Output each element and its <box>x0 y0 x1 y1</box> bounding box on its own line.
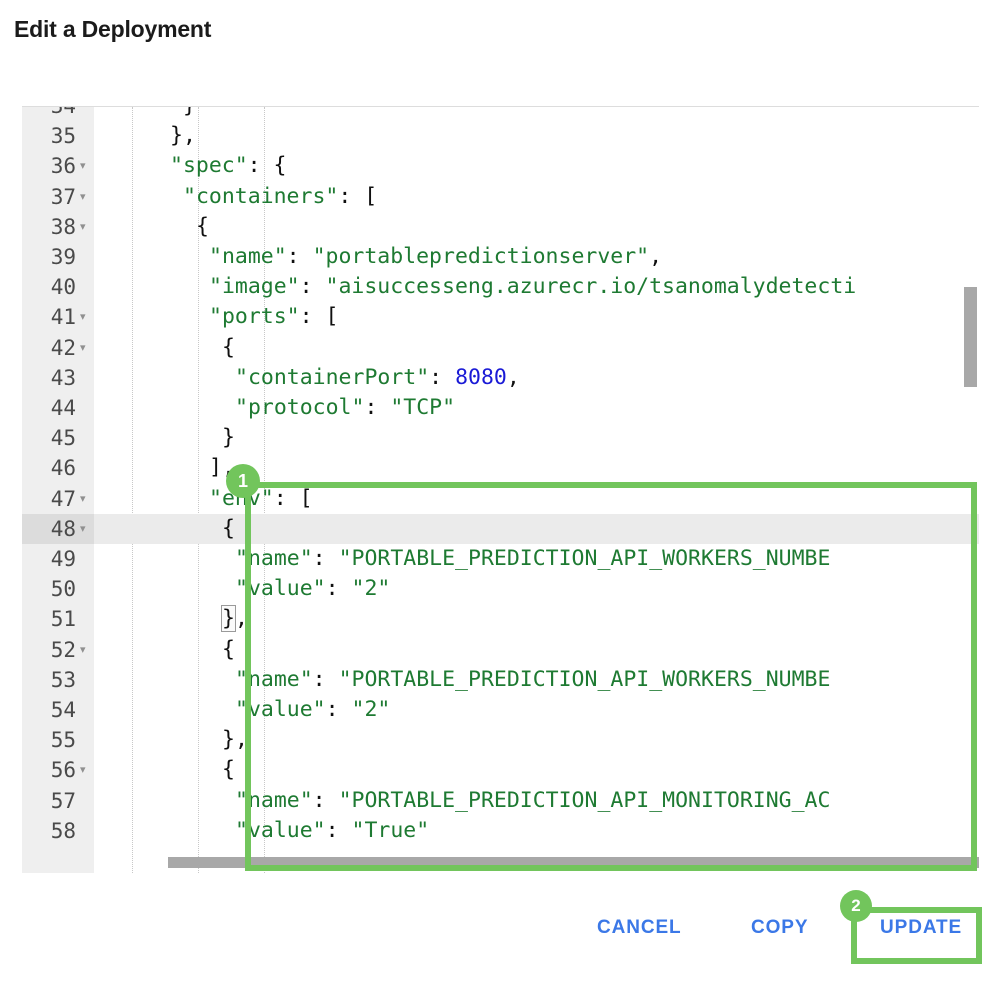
fold-arrow-icon[interactable]: ▾ <box>80 302 86 332</box>
line-number: 38 <box>50 214 76 239</box>
line-number: 51 <box>50 607 76 632</box>
code-text: { <box>196 213 209 239</box>
fold-arrow-icon[interactable]: ▾ <box>80 635 86 665</box>
code-text: "protocol": "TCP" <box>235 395 456 420</box>
code-text: } <box>222 425 235 451</box>
code-line[interactable]: 58 "value": "True" <box>22 816 979 846</box>
update-button[interactable]: UPDATE <box>866 905 976 951</box>
code-text: "name": "PORTABLE_PREDICTION_API_WORKERS… <box>235 546 831 571</box>
code-line[interactable]: 43 "containerPort": 8080, <box>22 363 979 393</box>
code-line[interactable]: 38 ▾ { <box>22 212 979 242</box>
horizontal-scrollbar-thumb[interactable] <box>168 857 979 868</box>
code-text: "value": "2" <box>235 576 391 602</box>
annotation-badge-2: 2 <box>840 890 872 922</box>
code-line[interactable]: 55}, <box>22 725 979 755</box>
code-line[interactable]: 37 ▾ "containers": [ <box>22 182 979 212</box>
code-line[interactable]: 47 ▾ "env": [ <box>22 484 979 514</box>
line-number: 54 <box>50 698 76 722</box>
code-line[interactable]: 36 ▾ "spec": { <box>22 151 979 181</box>
copy-button[interactable]: COPY <box>737 905 822 951</box>
code-text: "value": "True" <box>235 817 430 843</box>
code-line[interactable]: 53 "name": "PORTABLE_PREDICTION_API_WORKE… <box>22 665 979 695</box>
horizontal-scrollbar-track[interactable] <box>94 855 979 873</box>
fold-arrow-icon[interactable]: ▾ <box>80 151 86 181</box>
code-line[interactable]: 40 "image": "aisuccesseng.azurecr.io/tsan… <box>22 272 979 302</box>
fold-arrow-icon[interactable]: ▾ <box>80 333 86 363</box>
fold-arrow-icon[interactable]: ▾ <box>80 212 86 242</box>
code-line[interactable]: 50 "value": "2" <box>22 574 979 604</box>
line-number: 35 <box>50 124 76 149</box>
line-number: 53 <box>50 667 76 692</box>
code-line[interactable]: 52 ▾ { <box>22 635 979 665</box>
code-text: }, <box>221 605 248 633</box>
code-text: { <box>222 334 235 360</box>
code-line[interactable]: 57 "name": "PORTABLE_PREDICTION_API_MONIT… <box>22 786 979 816</box>
line-number: 44 <box>50 396 76 420</box>
annotation-badge-1: 1 <box>226 464 260 498</box>
code-text: }, <box>170 123 196 149</box>
code-text: "name": "portablepredictionserver", <box>209 244 663 269</box>
line-number: 43 <box>50 365 76 390</box>
code-line[interactable]: 54 "value": "2" <box>22 695 979 725</box>
code-line[interactable]: 39 "name": "portablepredictionserver", <box>22 242 979 272</box>
line-number: 41 <box>50 305 76 330</box>
line-number: 48 <box>50 516 76 541</box>
line-number: 34 <box>50 106 76 118</box>
code-editor[interactable]: 34}35},36▾"spec": {37▾"containers": [38▾… <box>22 106 979 873</box>
code-text: }, <box>222 727 248 753</box>
line-number: 55 <box>50 728 76 753</box>
code-line[interactable]: 34} <box>22 106 979 121</box>
code-line[interactable]: 42 ▾ { <box>22 333 979 363</box>
line-number: 56 <box>50 758 76 783</box>
code-text: "spec": { <box>170 153 287 179</box>
code-line[interactable]: 56 ▾ { <box>22 755 979 785</box>
line-number: 52 <box>50 637 76 662</box>
line-number: 36 <box>50 154 76 179</box>
line-number: 45 <box>50 426 76 451</box>
code-line[interactable]: 35}, <box>22 121 979 151</box>
fold-arrow-icon[interactable]: ▾ <box>80 514 86 544</box>
code-text: { <box>222 757 235 783</box>
code-line[interactable]: 51}, <box>22 604 979 634</box>
line-number: 40 <box>50 275 76 300</box>
line-number: 39 <box>50 245 76 269</box>
code-line[interactable]: 48 ▾ { <box>22 513 979 544</box>
line-number: 58 <box>50 818 76 843</box>
page-title: Edit a Deployment <box>14 16 212 42</box>
code-text: "value": "2" <box>235 697 391 722</box>
code-text: "containerPort": 8080, <box>235 364 520 390</box>
line-number: 46 <box>50 456 76 481</box>
fold-arrow-icon[interactable]: ▾ <box>80 755 86 785</box>
code-text: "image": "aisuccesseng.azurecr.io/tsanom… <box>209 274 857 300</box>
code-text: { <box>222 515 235 541</box>
fold-arrow-icon[interactable]: ▾ <box>80 182 86 212</box>
line-number: 49 <box>50 547 76 571</box>
line-number: 50 <box>50 577 76 602</box>
code-text: "name": "PORTABLE_PREDICTION_API_MONITOR… <box>235 787 831 813</box>
code-text: } <box>183 107 196 121</box>
code-line[interactable]: 45} <box>22 423 979 453</box>
vertical-scrollbar-thumb[interactable] <box>964 287 977 387</box>
line-number: 42 <box>50 335 76 360</box>
line-number: 57 <box>50 788 76 813</box>
code-line[interactable]: 49 "name": "PORTABLE_PREDICTION_API_WORKE… <box>22 544 979 574</box>
line-number: 37 <box>50 184 76 209</box>
code-line[interactable]: 44 "protocol": "TCP" <box>22 393 979 423</box>
cancel-button[interactable]: CANCEL <box>583 905 696 951</box>
code-text: { <box>222 636 235 662</box>
fold-arrow-icon[interactable]: ▾ <box>80 484 86 514</box>
code-line[interactable]: 41 ▾ "ports": [ <box>22 302 979 332</box>
code-text: "ports": [ <box>209 304 339 330</box>
code-text: "containers": [ <box>183 183 378 209</box>
code-line[interactable]: 46], <box>22 453 979 483</box>
code-text: "env": [ <box>209 485 313 511</box>
code-text: "name": "PORTABLE_PREDICTION_API_WORKERS… <box>235 666 831 692</box>
line-number: 47 <box>50 486 76 511</box>
